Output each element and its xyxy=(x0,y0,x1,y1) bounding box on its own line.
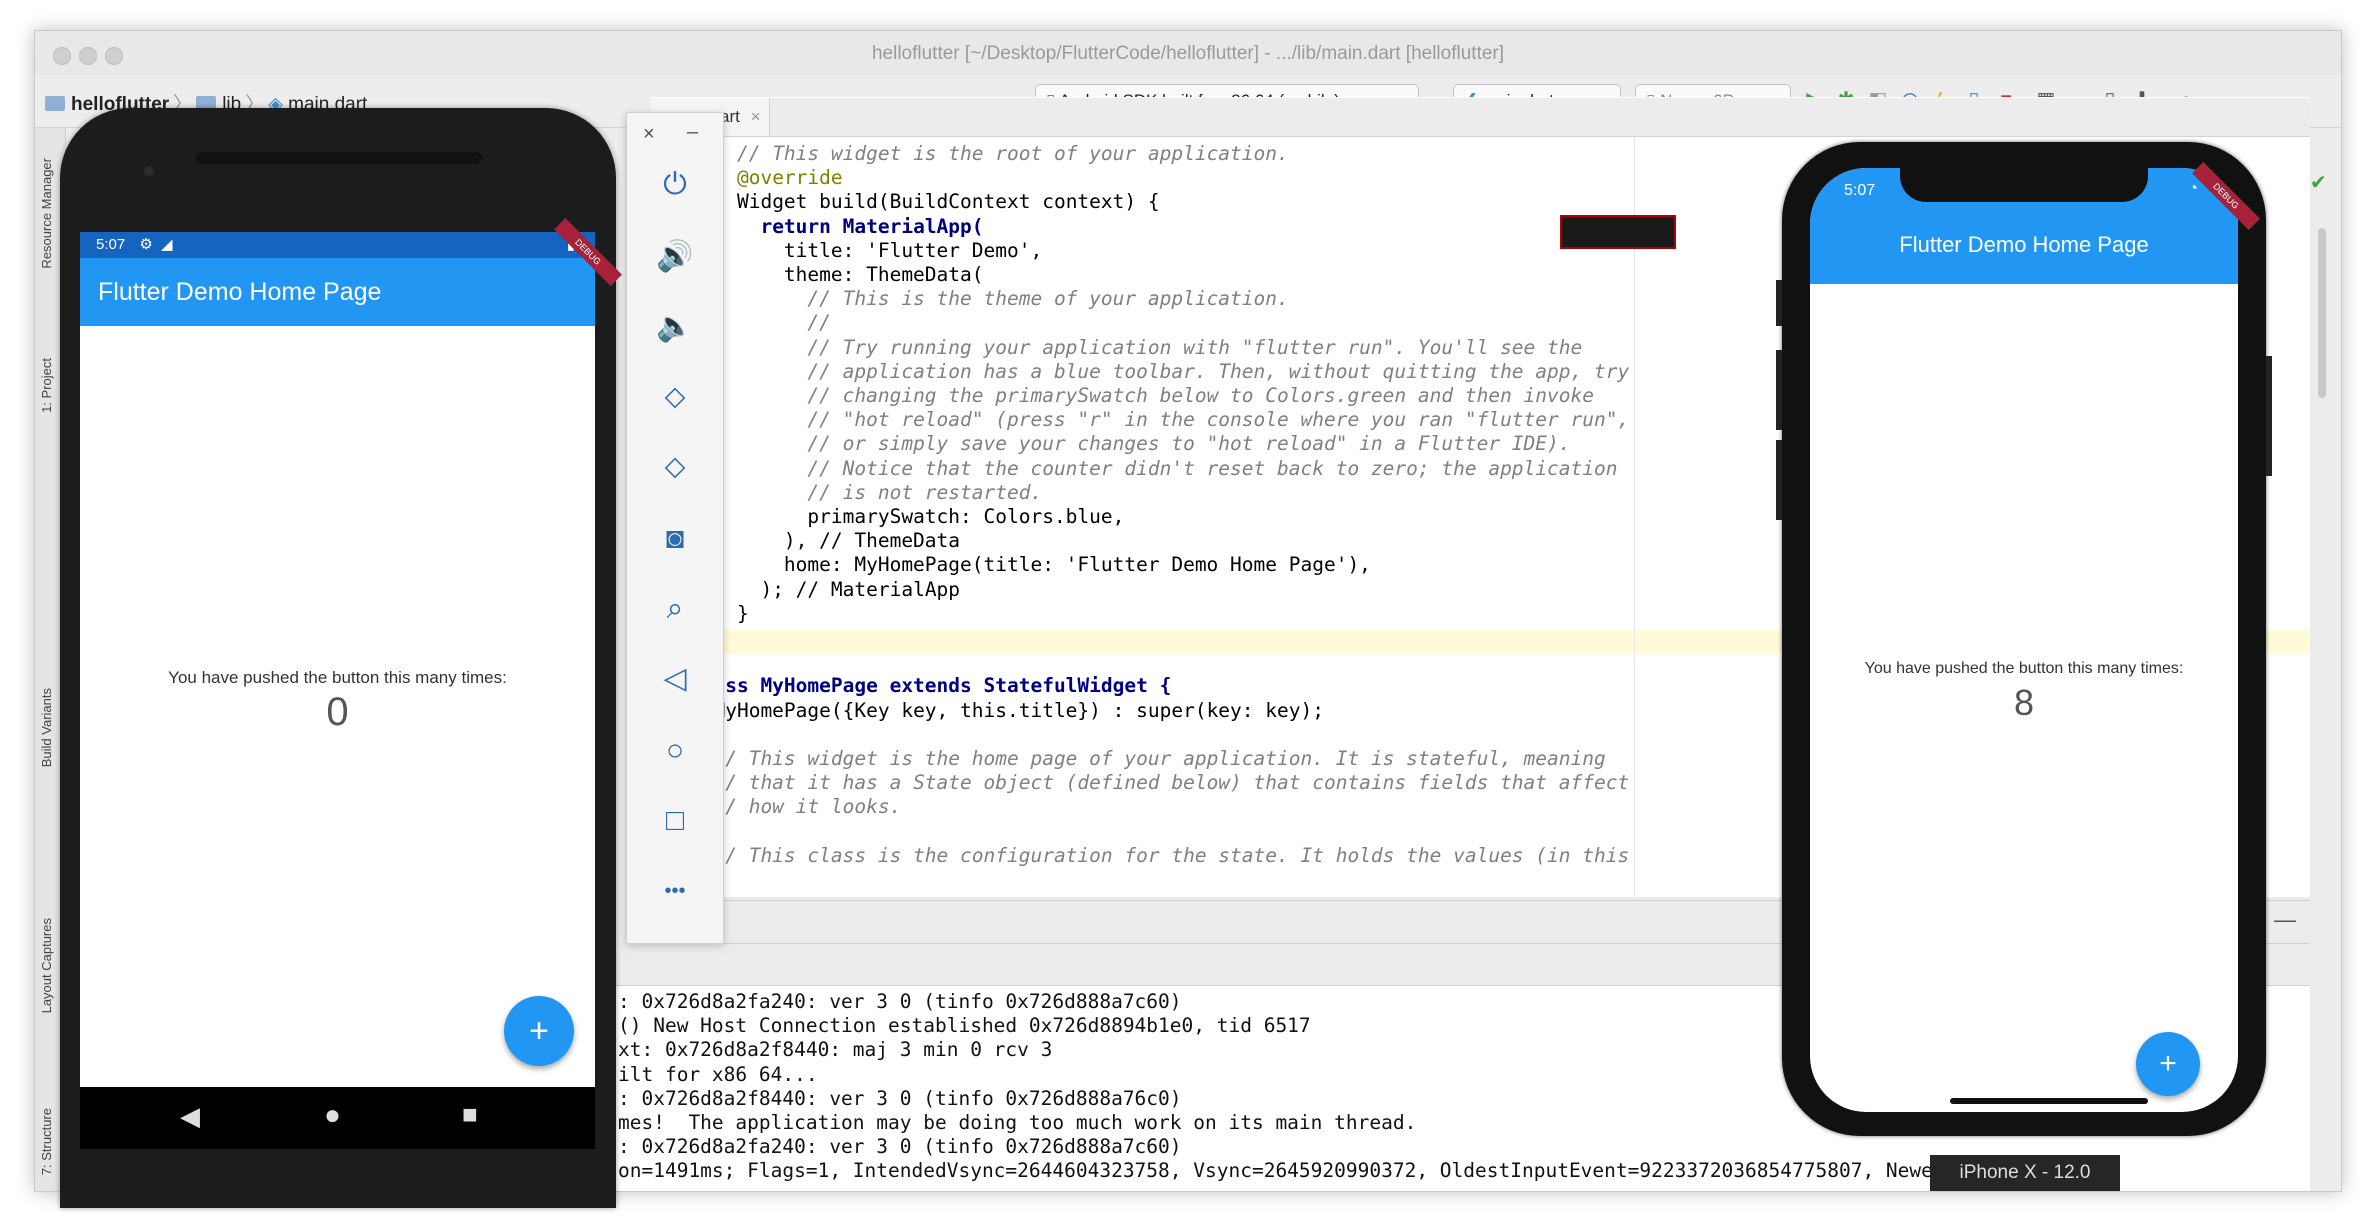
editor-scrollbar[interactable] xyxy=(2318,228,2326,398)
android-nav-bar: ◀ ● ■ xyxy=(80,1087,595,1149)
ios-app-title: Flutter Demo Home Page xyxy=(1899,232,2149,257)
code-line: // This widget is the root of your appli… xyxy=(736,142,1289,165)
simulator-device-label: iPhone X - 12.0 xyxy=(1930,1155,2120,1191)
close-emulator-icon[interactable]: × xyxy=(643,123,655,146)
code-line: ), // ThemeData xyxy=(783,529,961,553)
editor-tab-strip xyxy=(650,98,2310,137)
android-counter-label: You have pushed the button this many tim… xyxy=(168,668,507,687)
camera-icon[interactable]: ◙ xyxy=(647,519,703,559)
code-line: title: 'Flutter Demo', xyxy=(783,238,1043,262)
window-title: helloflutter [~/Desktop/FlutterCode/hell… xyxy=(871,43,1505,64)
android-screen[interactable] xyxy=(80,232,595,1087)
tool-tab-build-variants[interactable]: Build Variants xyxy=(39,688,59,767)
settings-icon: ⚙ xyxy=(139,236,153,253)
code-line: } xyxy=(736,601,749,625)
code-line: // xyxy=(807,311,831,335)
code-lines[interactable]: // This widget is the root of your appli… xyxy=(690,142,1629,868)
home-icon[interactable]: ● xyxy=(324,1099,341,1131)
back-icon[interactable]: ◀ xyxy=(180,1101,200,1132)
close-tab-icon[interactable]: × xyxy=(751,107,761,126)
android-app-bar: Flutter Demo Home Page xyxy=(80,258,595,326)
back-icon[interactable]: ◁ xyxy=(647,659,703,699)
code-line: // This is the theme of your application… xyxy=(807,287,1289,311)
log-line: mes! The application may be doing too mu… xyxy=(618,1111,1417,1135)
tool-tab-layout-captures[interactable]: Layout Captures xyxy=(39,918,59,1013)
earpiece xyxy=(196,152,482,164)
code-line: class MyHomePage extends StatefulWidget … xyxy=(690,674,1172,698)
recents-icon[interactable]: ■ xyxy=(462,1099,478,1130)
code-line: // changing the primarySwatch below to C… xyxy=(807,384,1594,408)
check-icon: ✔ xyxy=(2310,172,2327,194)
ios-status-time: 5:07 xyxy=(1844,182,1876,199)
code-line: primarySwatch: Colors.blue, xyxy=(807,505,1125,529)
mute-switch xyxy=(1776,280,1782,326)
log-line: () New Host Connection established 0x726… xyxy=(618,1014,1311,1038)
volume-down-icon[interactable]: 🔈 xyxy=(647,307,703,347)
volume-up-icon[interactable]: 🔊 xyxy=(647,237,703,277)
signal-icon: ◢ xyxy=(161,236,173,253)
code-line: theme: ThemeData( xyxy=(783,263,984,287)
title-bar: helloflutter [~/Desktop/FlutterCode/hell… xyxy=(35,31,2341,76)
front-camera xyxy=(144,166,154,176)
code-line: // Try running your application with "fl… xyxy=(807,335,1583,359)
code-line: // is not restarted. xyxy=(807,480,1043,504)
minimize-panel-icon[interactable]: — xyxy=(2274,907,2296,933)
logcat-lines: : 0x726d8a2fa240: ver 3 0 (tinfo 0x726d8… xyxy=(618,990,1980,1184)
code-line: // application has a blue toolbar. Then,… xyxy=(807,359,1630,383)
code-line: // This class is the configuration for t… xyxy=(713,843,1630,867)
code-line: home: MyHomePage(title: 'Flutter Demo Ho… xyxy=(783,553,1371,577)
overview-icon[interactable]: □ xyxy=(647,801,703,841)
code-line: } xyxy=(690,626,1629,650)
rotate-left-icon[interactable]: ⬦ xyxy=(647,377,703,417)
code-line: // that it has a State object (defined b… xyxy=(713,771,1630,795)
zoom-icon[interactable]: ⌕ xyxy=(647,589,703,629)
log-line: ilt for x86 64... xyxy=(618,1062,818,1086)
code-line: // "hot reload" (press "r" in the consol… xyxy=(807,408,1630,432)
code-line: MyHomePage({Key key, this.title}) : supe… xyxy=(713,698,1324,722)
ios-home-indicator[interactable] xyxy=(1950,1098,2148,1104)
android-status-time: 5:07 xyxy=(96,236,126,253)
tool-tab-structure[interactable]: 7: Structure xyxy=(39,1108,59,1175)
code-line: // how it looks. xyxy=(713,795,902,819)
log-line: : 0x726d8a2f8440: ver 3 0 (tinfo 0x726d8… xyxy=(618,1086,1182,1110)
volume-up-button xyxy=(1776,350,1782,430)
code-line: ); // MaterialApp xyxy=(760,577,961,601)
emulator-side-toolbar: × – ⏻ 🔊 🔈 ⬦ ⬦ ◙ ⌕ ◁ ○ □ ••• xyxy=(626,112,724,944)
android-counter-value: 0 xyxy=(326,690,349,734)
power-icon[interactable]: ⏻ xyxy=(647,165,703,205)
log-line: : 0x726d8a2fa240: ver 3 0 (tinfo 0x726d8… xyxy=(618,990,1182,1013)
code-line: // Notice that the counter didn't reset … xyxy=(807,456,1618,480)
rotate-right-icon[interactable]: ⬦ xyxy=(647,447,703,487)
tool-tab-project[interactable]: 1: Project xyxy=(39,358,59,413)
ios-counter-value: 8 xyxy=(2013,682,2035,723)
ios-counter-label: You have pushed the button this many tim… xyxy=(1864,660,2184,677)
project-folder-icon xyxy=(45,96,65,111)
ios-screen[interactable]: 5:07 ◔ Flutter Demo Home Page You have p… xyxy=(1810,168,2238,1112)
volume-down-button xyxy=(1776,440,1782,520)
code-line: // or simply save your changes to "hot r… xyxy=(807,432,1571,456)
more-icon[interactable]: ••• xyxy=(647,871,703,911)
log-line: on=1491ms; Flags=1, IntendedVsync=264460… xyxy=(618,1159,1980,1183)
home-icon[interactable]: ○ xyxy=(647,731,703,771)
code-line: // This widget is the home page of your … xyxy=(713,747,1606,771)
recording-badge xyxy=(1560,215,1676,249)
log-line: xt: 0x726d8a2f8440: maj 3 min 0 rcv 3 xyxy=(618,1038,1053,1062)
android-status-bar: 5:07 ⚙ ◢ ▮ xyxy=(80,232,595,258)
right-margin-guide xyxy=(1634,137,1635,897)
ios-increment-fab[interactable]: + xyxy=(2136,1032,2200,1096)
android-app-title: Flutter Demo Home Page xyxy=(98,278,382,306)
android-increment-fab[interactable]: + xyxy=(504,996,574,1066)
ios-notch xyxy=(1900,166,2148,202)
log-line: : 0x726d8a2fa240: ver 3 0 (tinfo 0x726d8… xyxy=(618,1135,1182,1159)
side-button xyxy=(2266,356,2272,476)
code-line: @override xyxy=(736,166,843,190)
tool-tab-resource-manager[interactable]: Resource Manager xyxy=(39,158,59,269)
code-line: return MaterialApp( xyxy=(760,214,984,238)
wifi-icon: ◔ xyxy=(2188,180,2198,197)
minimize-emulator-icon[interactable]: – xyxy=(687,121,698,144)
code-line: Widget build(BuildContext context) { xyxy=(736,190,1160,214)
